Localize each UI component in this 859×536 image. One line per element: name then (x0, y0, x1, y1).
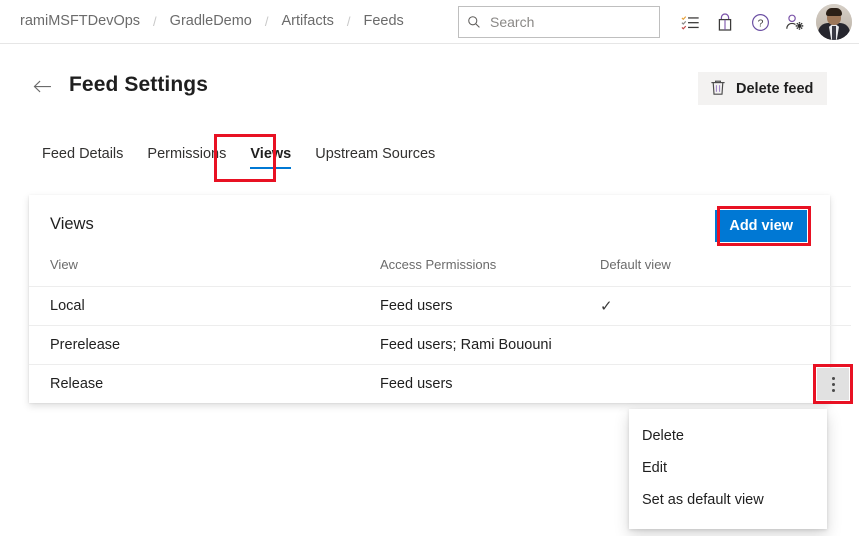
row-context-menu: Delete Edit Set as default view (629, 409, 827, 529)
avatar-tie (832, 26, 836, 40)
breadcrumb-separator: / (264, 14, 269, 29)
tab-feed-details-label: Feed Details (42, 146, 124, 162)
views-table-head: View Access Permissions Default view (29, 257, 851, 287)
default-view-checkmark-icon: ✓ (600, 298, 613, 315)
menu-item-delete[interactable]: Delete (629, 420, 827, 452)
views-table: View Access Permissions Default view Loc… (29, 257, 853, 404)
views-table-body: Local Feed users ✓ Prerelease Feed users… (29, 286, 853, 404)
table-row[interactable]: Release Feed users (29, 364, 853, 404)
tab-upstream-sources-label: Upstream Sources (315, 146, 436, 162)
tab-upstream-sources[interactable]: Upstream Sources (303, 140, 447, 174)
back-arrow-icon[interactable] (30, 74, 54, 98)
tasks-checklist-icon[interactable] (678, 10, 702, 34)
cell-access-permissions: Feed users (380, 364, 600, 403)
delete-feed-button[interactable]: Delete feed (698, 72, 828, 105)
table-row[interactable]: Local Feed users ✓ (29, 286, 851, 326)
top-navigation-bar: ramiMSFTDevOps / GradleDemo / Artifacts … (0, 0, 859, 44)
views-card-header: Views Add view (29, 195, 830, 257)
tab-views-selected-underline (250, 167, 292, 169)
cell-row-actions (770, 325, 851, 365)
trash-icon (710, 79, 726, 99)
cell-view-name: Prerelease (29, 325, 380, 365)
svg-text:?: ? (757, 18, 763, 29)
settings-tabs: Feed Details Permissions Views Upstream … (30, 140, 447, 174)
column-header-actions (770, 257, 851, 287)
cell-access-permissions: Feed users (380, 286, 600, 326)
marketplace-bag-icon[interactable] (713, 10, 737, 34)
search-input[interactable]: Search (458, 6, 660, 38)
menu-item-edit[interactable]: Edit (629, 452, 827, 484)
tab-permissions-label: Permissions (147, 146, 227, 162)
search-placeholder: Search (490, 14, 535, 30)
views-table-header-row: View Access Permissions Default view (29, 257, 851, 287)
add-view-button[interactable]: Add view (715, 210, 807, 242)
cell-access-permissions: Feed users; Rami Bououni (380, 325, 600, 365)
breadcrumb-item-feeds[interactable]: Feeds (356, 10, 412, 33)
cell-view-name: Local (29, 286, 380, 326)
cell-default-view (600, 364, 770, 403)
cell-row-actions (770, 286, 851, 326)
cell-default-view: ✓ (600, 286, 770, 326)
kebab-dot (831, 376, 835, 380)
breadcrumb-item-artifacts[interactable]: Artifacts (274, 10, 342, 33)
kebab-dot (831, 382, 835, 386)
breadcrumb-item-organization[interactable]: ramiMSFTDevOps (12, 10, 148, 33)
views-card: Views Add view View Access Permissions D… (29, 195, 853, 404)
avatar-hair (826, 8, 842, 16)
help-question-icon[interactable]: ? (748, 10, 772, 34)
cell-default-view (600, 325, 770, 365)
tab-permissions[interactable]: Permissions (135, 140, 238, 174)
avatar[interactable] (816, 4, 852, 40)
breadcrumb-item-project[interactable]: GradleDemo (162, 10, 260, 33)
delete-feed-label: Delete feed (736, 80, 814, 97)
breadcrumb-separator: / (346, 14, 351, 29)
table-row[interactable]: Prerelease Feed users; Rami Bououni (29, 325, 851, 365)
column-header-access-permissions: Access Permissions (380, 257, 497, 272)
cell-row-actions (770, 364, 853, 404)
breadcrumb-separator: / (153, 14, 157, 29)
views-card-title: Views (50, 215, 94, 233)
column-header-default-view: Default view (600, 257, 671, 272)
user-settings-icon[interactable] (783, 10, 807, 34)
tab-feed-details[interactable]: Feed Details (30, 140, 135, 174)
column-header-view: View (50, 257, 78, 272)
tab-views-label: Views (250, 146, 292, 162)
page-title: Feed Settings (69, 73, 208, 96)
search-icon (467, 15, 481, 29)
row-more-actions-button[interactable] (817, 368, 849, 400)
kebab-dot (831, 388, 835, 392)
menu-item-set-as-default-view[interactable]: Set as default view (629, 484, 827, 516)
breadcrumb: ramiMSFTDevOps / GradleDemo / Artifacts … (12, 0, 412, 43)
cell-view-name: Release (29, 364, 380, 403)
tab-views[interactable]: Views (238, 140, 303, 174)
